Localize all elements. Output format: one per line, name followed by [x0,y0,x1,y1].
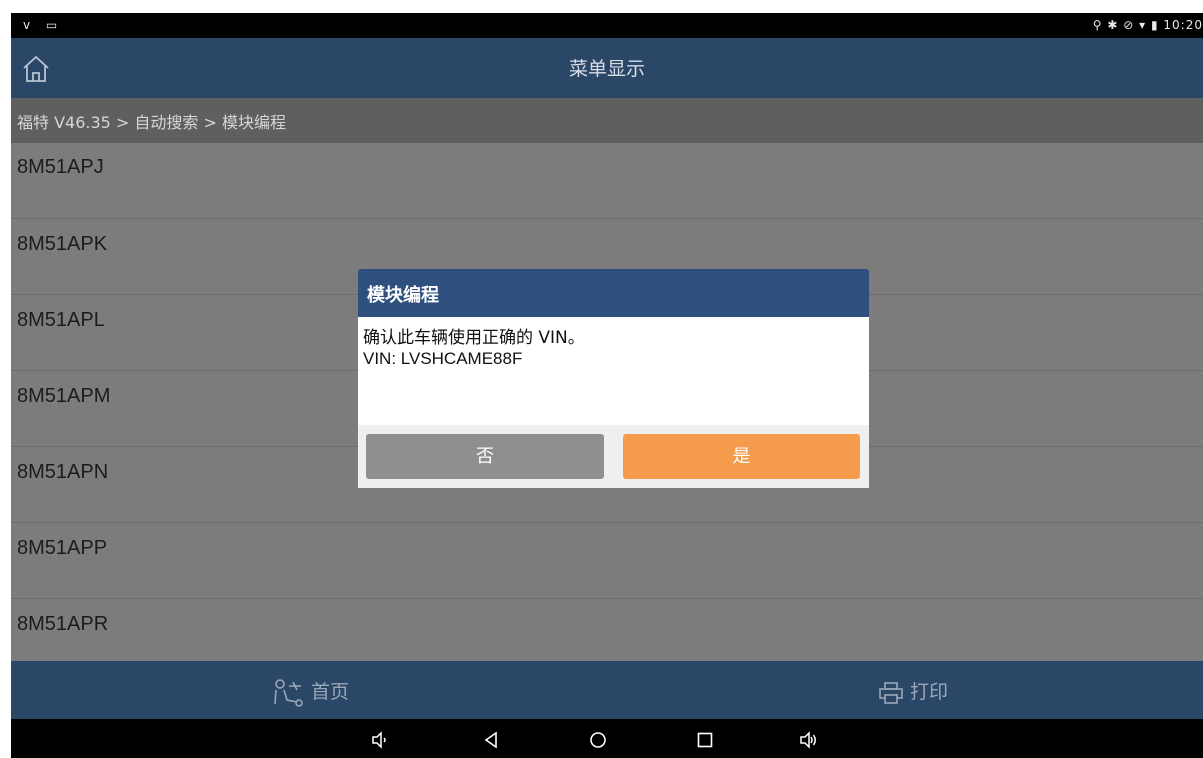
list-item-label: 8M51APN [17,461,109,483]
status-left-icons: ᴠ ▭ [23,18,64,32]
status-right: ⚲ ✱ ⊘ ▾ ▮ 10:20 [1093,18,1203,32]
list-item[interactable]: 8M51APP [11,523,1203,599]
recents-icon[interactable] [696,731,714,749]
status-time: 10:20 [1163,18,1203,32]
list-item-label: 8M51APM [17,385,111,407]
dialog-actions: 否 是 [358,425,869,488]
home-circle-icon[interactable] [589,731,607,749]
dialog-message: 确认此车辆使用正确的 VIN。 [363,328,585,348]
list-item-label: 8M51APR [17,613,109,635]
volume-up-icon[interactable] [800,731,818,749]
list-item-label: 8M51APJ [17,156,104,178]
dialog-title: 模块编程 [367,285,439,306]
vin-text: VIN: LVSHCAME88F [363,349,523,368]
print-button-label: 打印 [910,681,949,703]
breadcrumb-text: 福特 V46.35 > 自动搜索 > 模块编程 [17,113,286,132]
list-item-label: 8M51APK [17,233,108,255]
back-icon[interactable] [482,731,500,749]
bottom-toolbar: 首页 打印 [11,661,1203,719]
dialog-header: 模块编程 [358,269,869,317]
list-item-label: 8M51APL [17,309,105,331]
page-title: 菜单显示 [568,58,645,80]
confirm-vin-dialog: 模块编程 确认此车辆使用正确的 VIN。 VIN: LVSHCAME88F 否 … [358,269,869,488]
home-button[interactable]: 首页 [271,677,349,708]
no-button[interactable]: 否 [366,434,604,479]
list-item-label: 8M51APP [17,537,108,559]
volume-down-icon[interactable] [371,731,389,749]
yes-button[interactable]: 是 [623,434,860,479]
printer-icon [879,681,903,704]
mechanic-icon [274,678,303,707]
status-right-icons: ⚲ ✱ ⊘ ▾ ▮ [1092,18,1159,32]
home-button-label: 首页 [311,681,350,703]
status-bar: ᴠ ▭ ⚲ ✱ ⊘ ▾ ▮ 10:20 [11,13,1203,38]
system-nav-bar [11,719,1203,758]
list-item[interactable]: 8M51APJ [11,143,1203,219]
dialog-body: 确认此车辆使用正确的 VIN。 VIN: LVSHCAME88F [358,317,869,425]
app-bar: 菜单显示 [11,38,1203,98]
print-button[interactable]: 打印 [878,677,948,705]
breadcrumb: 福特 V46.35 > 自动搜索 > 模块编程 [11,98,1203,143]
